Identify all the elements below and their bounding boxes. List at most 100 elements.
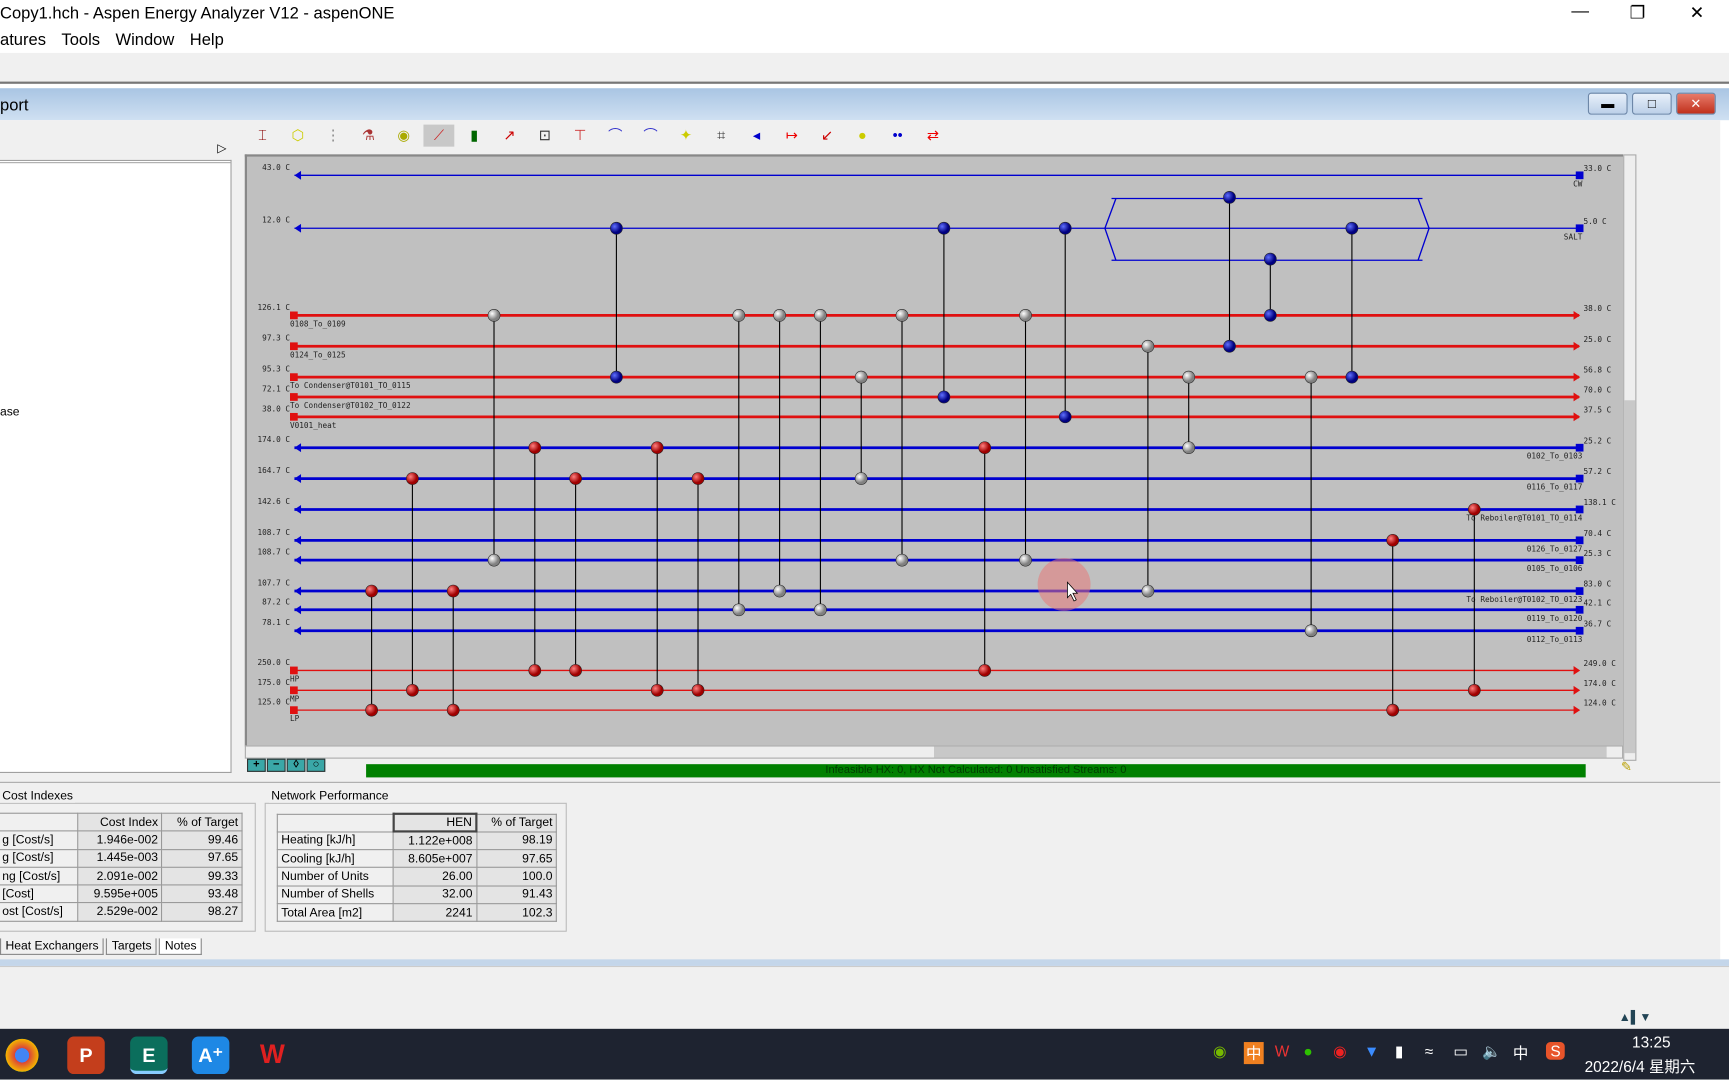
exchanger-node[interactable] xyxy=(1345,221,1359,235)
clock-time[interactable]: 13:25 xyxy=(1632,1033,1671,1051)
tab-heat-exchangers[interactable]: Heat Exchangers xyxy=(0,938,105,955)
exchanger-node[interactable] xyxy=(895,309,909,322)
exchanger-node[interactable] xyxy=(773,584,786,598)
expand-arrow-icon[interactable]: ▷ xyxy=(217,141,226,155)
pencil-icon[interactable]: ✎ xyxy=(1621,759,1632,774)
exchanger-node[interactable] xyxy=(1019,309,1032,322)
exchanger-node[interactable] xyxy=(365,584,378,598)
exchanger-node[interactable] xyxy=(1141,584,1155,598)
taskbar-energy-analyzer[interactable]: E xyxy=(130,1036,168,1075)
child-maximize-button[interactable]: □ xyxy=(1631,92,1672,115)
split-icon[interactable]: ⊤ xyxy=(565,125,596,147)
table-cell[interactable]: 26.00 xyxy=(392,867,477,887)
exchanger-node[interactable] xyxy=(610,370,623,384)
ime-icon[interactable]: 中 xyxy=(1243,1042,1264,1065)
microphone-icon[interactable]: ▮ xyxy=(1395,1042,1404,1061)
table-cell[interactable]: 2241 xyxy=(392,903,477,923)
left-node-icon[interactable]: ◂ xyxy=(741,125,772,147)
tab-notes[interactable]: Notes xyxy=(159,938,203,955)
wechat-icon[interactable]: ● xyxy=(1303,1042,1312,1060)
exchanger-node[interactable] xyxy=(1182,370,1196,384)
exchanger-node[interactable] xyxy=(406,683,419,697)
table-cell[interactable]: 32.00 xyxy=(392,885,477,905)
bar-chart-icon[interactable]: ▮ xyxy=(459,125,490,147)
exchanger-node[interactable] xyxy=(569,664,582,677)
exchanger-node[interactable] xyxy=(1345,370,1359,384)
table-cell[interactable]: 1.122e+008 xyxy=(392,831,477,851)
table-cell[interactable]: 8.605e+007 xyxy=(392,849,477,869)
zoom-out-button[interactable]: − xyxy=(266,758,286,772)
exchanger-node[interactable] xyxy=(1467,683,1481,697)
flask-icon[interactable]: ⚗ xyxy=(353,125,384,147)
table-cell[interactable]: 91.43 xyxy=(475,885,557,905)
exchanger-node[interactable] xyxy=(854,370,868,384)
swap-arrows-icon[interactable]: ⇄ xyxy=(917,125,948,147)
vertical-node-icon[interactable]: ⌗ xyxy=(706,125,737,147)
minimize-button[interactable]: — xyxy=(1564,2,1597,22)
exchanger-node[interactable] xyxy=(978,441,992,455)
pan-button[interactable]: ◊ xyxy=(286,758,306,772)
tab-targets[interactable]: Targets xyxy=(106,938,158,955)
taskbar-wps[interactable]: W xyxy=(254,1037,291,1074)
ring-icon[interactable]: ⬡ xyxy=(282,125,313,147)
exchanger-node[interactable] xyxy=(691,683,705,697)
close-button[interactable]: ✕ xyxy=(1681,2,1714,24)
menu-help[interactable]: Help xyxy=(190,31,224,50)
vertical-scrollbar[interactable] xyxy=(1623,154,1637,761)
exchanger-node[interactable] xyxy=(487,309,501,322)
table-cell[interactable]: 93.48 xyxy=(161,884,243,904)
curve-split-icon[interactable]: ⌒ xyxy=(600,125,631,147)
zoom-in-button[interactable]: + xyxy=(247,758,266,772)
sogou-icon[interactable]: S xyxy=(1545,1042,1566,1060)
exchanger-node[interactable] xyxy=(528,441,542,455)
red-arrow-icon[interactable]: ↦ xyxy=(776,125,807,147)
child-close-button[interactable]: ✕ xyxy=(1676,92,1716,115)
exchanger-node[interactable] xyxy=(732,309,746,322)
exchanger-node[interactable] xyxy=(691,472,705,485)
menu-window[interactable]: Window xyxy=(115,31,174,50)
horizontal-scrollbar[interactable] xyxy=(244,745,1624,759)
exchanger-node[interactable] xyxy=(1182,441,1196,455)
exchanger-node[interactable] xyxy=(1467,503,1481,516)
exchanger-node[interactable] xyxy=(1263,252,1277,266)
child-minimize-button[interactable]: ▬ xyxy=(1587,92,1628,115)
wps-tray-icon[interactable]: W xyxy=(1275,1042,1290,1060)
exchanger-node[interactable] xyxy=(1386,703,1400,717)
stack-icon[interactable]: ◉ xyxy=(388,125,419,147)
table-cell[interactable]: 100.0 xyxy=(475,867,557,887)
table-cell[interactable]: 102.3 xyxy=(475,903,557,923)
restore-button[interactable]: ❐ xyxy=(1621,2,1654,24)
yellow-node-icon[interactable]: ✦ xyxy=(670,125,701,147)
vertical-scroll-thumb[interactable] xyxy=(1624,400,1636,754)
dot-pair-icon[interactable]: •• xyxy=(882,125,913,147)
dotted-grid-icon[interactable]: ⋮ xyxy=(318,125,349,147)
table-cell[interactable]: 98.27 xyxy=(161,902,243,922)
hen-grid-icon[interactable]: ⌶ xyxy=(247,125,278,147)
diagonal-arrow-icon[interactable]: ↗ xyxy=(494,125,525,147)
shield-icon[interactable]: ▼ xyxy=(1364,1042,1379,1060)
exchanger-node[interactable] xyxy=(937,221,951,235)
exchanger-node[interactable] xyxy=(365,703,378,717)
exchanger-node[interactable] xyxy=(446,584,460,598)
exchanger-node[interactable] xyxy=(528,664,542,677)
table-cell[interactable]: 1.946e-002 xyxy=(77,830,163,850)
yellow-dot-icon[interactable]: ● xyxy=(847,125,878,147)
exchanger-node[interactable] xyxy=(446,703,460,717)
exchanger-node[interactable] xyxy=(732,603,746,617)
exchanger-node[interactable] xyxy=(1386,533,1400,547)
exchanger-node[interactable] xyxy=(1263,309,1277,322)
table-cell[interactable]: 97.65 xyxy=(161,848,243,868)
exchanger-node[interactable] xyxy=(1058,410,1072,424)
table-cell[interactable]: 97.65 xyxy=(475,849,557,869)
volume-icon[interactable]: 🔈 xyxy=(1482,1042,1501,1061)
exchanger-node[interactable] xyxy=(487,553,501,567)
table-cell[interactable]: 2.091e-002 xyxy=(77,866,163,886)
table-cell[interactable]: 9.595e+005 xyxy=(77,884,163,904)
input-language[interactable]: 中 xyxy=(1513,1042,1528,1064)
exchanger-node[interactable] xyxy=(569,472,582,485)
horizontal-scroll-thumb[interactable] xyxy=(933,746,1607,758)
exchanger-node[interactable] xyxy=(1141,339,1155,353)
exchanger-node[interactable] xyxy=(773,309,786,322)
exchanger-node[interactable] xyxy=(650,683,664,697)
table-cell[interactable]: 99.33 xyxy=(161,866,243,886)
